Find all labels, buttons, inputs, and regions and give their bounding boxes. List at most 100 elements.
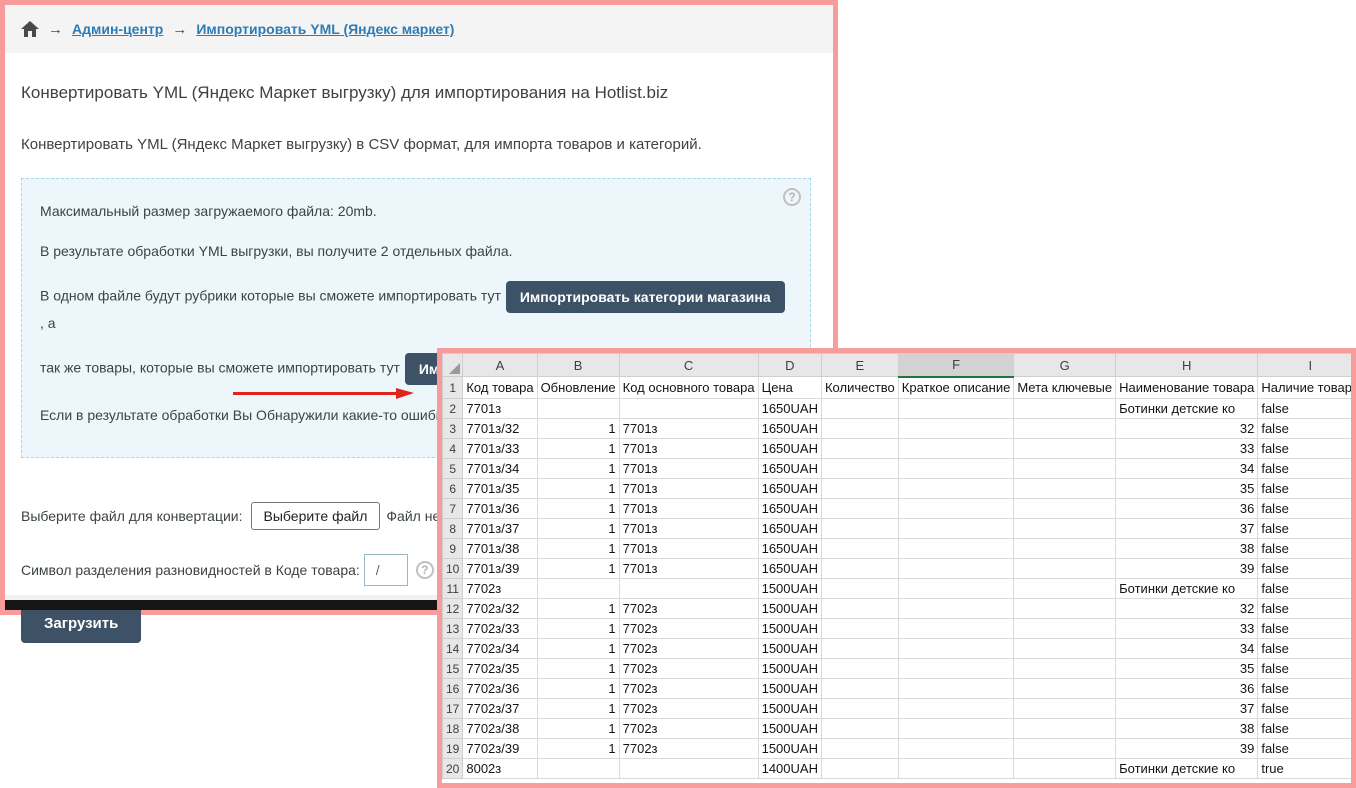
cell-G16[interactable] [1014, 679, 1116, 699]
cell-B13[interactable]: 1 [537, 619, 619, 639]
cell-F13[interactable] [898, 619, 1014, 639]
cell-D15[interactable]: 1500UAH [758, 659, 821, 679]
cell-E5[interactable] [821, 459, 898, 479]
cell-E14[interactable] [821, 639, 898, 659]
cell-H9[interactable]: 38 [1116, 539, 1258, 559]
cell-C10[interactable]: 7701з [619, 559, 758, 579]
cell-C2[interactable] [619, 399, 758, 419]
cell-G7[interactable] [1014, 499, 1116, 519]
cell-A17[interactable]: 7702з/37 [463, 699, 537, 719]
cell-F2[interactable] [898, 399, 1014, 419]
cell-C11[interactable] [619, 579, 758, 599]
column-header-I[interactable]: I [1258, 354, 1356, 377]
cell-F17[interactable] [898, 699, 1014, 719]
cell-A20[interactable]: 8002з [463, 759, 537, 779]
cell-I11[interactable]: false [1258, 579, 1356, 599]
cell-A18[interactable]: 7702з/38 [463, 719, 537, 739]
cell-G17[interactable] [1014, 699, 1116, 719]
cell-I13[interactable]: false [1258, 619, 1356, 639]
cell-H15[interactable]: 35 [1116, 659, 1258, 679]
cell-H19[interactable]: 39 [1116, 739, 1258, 759]
cell-G19[interactable] [1014, 739, 1116, 759]
cell-E12[interactable] [821, 599, 898, 619]
cell-E19[interactable] [821, 739, 898, 759]
home-icon[interactable] [21, 21, 39, 37]
cell-D9[interactable]: 1650UAH [758, 539, 821, 559]
cell-C6[interactable]: 7701з [619, 479, 758, 499]
cell-H10[interactable]: 39 [1116, 559, 1258, 579]
cell-F3[interactable] [898, 419, 1014, 439]
cell-C8[interactable]: 7701з [619, 519, 758, 539]
cell-H17[interactable]: 37 [1116, 699, 1258, 719]
cell-H2[interactable]: Ботинки детские ко [1116, 399, 1258, 419]
cell-G4[interactable] [1014, 439, 1116, 459]
cell-A2[interactable]: 7701з [463, 399, 537, 419]
cell-B10[interactable]: 1 [537, 559, 619, 579]
cell-H18[interactable]: 38 [1116, 719, 1258, 739]
cell-D1[interactable]: Цена [758, 377, 821, 399]
cell-I3[interactable]: false [1258, 419, 1356, 439]
cell-C16[interactable]: 7702з [619, 679, 758, 699]
column-header-H[interactable]: H [1116, 354, 1258, 377]
cell-A5[interactable]: 7701з/34 [463, 459, 537, 479]
cell-F7[interactable] [898, 499, 1014, 519]
cell-G2[interactable] [1014, 399, 1116, 419]
breadcrumb-link-import-yml[interactable]: Импортировать YML (Яндекс маркет) [196, 21, 454, 37]
separator-symbol-input[interactable] [364, 554, 408, 586]
cell-I17[interactable]: false [1258, 699, 1356, 719]
cell-H3[interactable]: 32 [1116, 419, 1258, 439]
cell-C15[interactable]: 7702з [619, 659, 758, 679]
cell-F5[interactable] [898, 459, 1014, 479]
cell-E6[interactable] [821, 479, 898, 499]
cell-C14[interactable]: 7702з [619, 639, 758, 659]
cell-B14[interactable]: 1 [537, 639, 619, 659]
cell-I16[interactable]: false [1258, 679, 1356, 699]
cell-I4[interactable]: false [1258, 439, 1356, 459]
help-icon[interactable]: ? [783, 188, 801, 206]
row-header-10[interactable]: 10 [443, 559, 463, 579]
column-header-C[interactable]: C [619, 354, 758, 377]
cell-B1[interactable]: Обновление [537, 377, 619, 399]
cell-G12[interactable] [1014, 599, 1116, 619]
cell-H20[interactable]: Ботинки детские ко [1116, 759, 1258, 779]
cell-H11[interactable]: Ботинки детские ко [1116, 579, 1258, 599]
cell-B15[interactable]: 1 [537, 659, 619, 679]
cell-E8[interactable] [821, 519, 898, 539]
row-header-5[interactable]: 5 [443, 459, 463, 479]
column-header-E[interactable]: E [821, 354, 898, 377]
cell-H5[interactable]: 34 [1116, 459, 1258, 479]
cell-B18[interactable]: 1 [537, 719, 619, 739]
cell-F9[interactable] [898, 539, 1014, 559]
cell-B16[interactable]: 1 [537, 679, 619, 699]
cell-I7[interactable]: false [1258, 499, 1356, 519]
cell-H7[interactable]: 36 [1116, 499, 1258, 519]
row-header-14[interactable]: 14 [443, 639, 463, 659]
cell-A8[interactable]: 7701з/37 [463, 519, 537, 539]
cell-B3[interactable]: 1 [537, 419, 619, 439]
row-header-4[interactable]: 4 [443, 439, 463, 459]
cell-G5[interactable] [1014, 459, 1116, 479]
cell-C12[interactable]: 7702з [619, 599, 758, 619]
cell-I15[interactable]: false [1258, 659, 1356, 679]
cell-D3[interactable]: 1650UAH [758, 419, 821, 439]
row-header-18[interactable]: 18 [443, 719, 463, 739]
cell-B20[interactable] [537, 759, 619, 779]
cell-I12[interactable]: false [1258, 599, 1356, 619]
cell-C19[interactable]: 7702з [619, 739, 758, 759]
cell-E15[interactable] [821, 659, 898, 679]
cell-F20[interactable] [898, 759, 1014, 779]
cell-C7[interactable]: 7701з [619, 499, 758, 519]
cell-C3[interactable]: 7701з [619, 419, 758, 439]
cell-H1[interactable]: Наименование товара [1116, 377, 1258, 399]
cell-A14[interactable]: 7702з/34 [463, 639, 537, 659]
choose-file-button[interactable]: Выберите файл [251, 502, 381, 530]
cell-A10[interactable]: 7701з/39 [463, 559, 537, 579]
cell-A15[interactable]: 7702з/35 [463, 659, 537, 679]
cell-F12[interactable] [898, 599, 1014, 619]
row-header-8[interactable]: 8 [443, 519, 463, 539]
cell-F11[interactable] [898, 579, 1014, 599]
cell-H4[interactable]: 33 [1116, 439, 1258, 459]
cell-F10[interactable] [898, 559, 1014, 579]
row-header-1[interactable]: 1 [443, 377, 463, 399]
cell-I14[interactable]: false [1258, 639, 1356, 659]
